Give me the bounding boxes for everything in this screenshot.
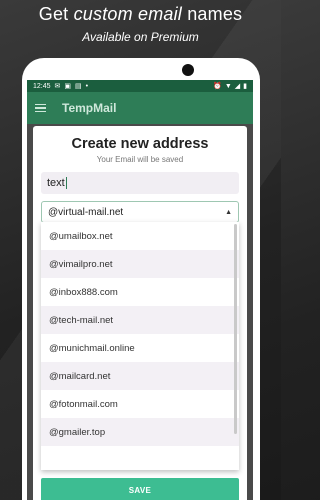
battery-icon: ▮	[243, 82, 247, 90]
status-time: 12:45	[33, 82, 51, 90]
dot-icon: •	[85, 82, 89, 90]
domain-option[interactable]: @inbox888.com	[41, 278, 239, 306]
promo-subline: Available on Premium	[82, 30, 199, 44]
domain-selected-value: @virtual-mail.net	[48, 206, 124, 218]
domain-option[interactable]: @munichmail.online	[41, 334, 239, 362]
domain-option[interactable]: @mailcard.net	[41, 362, 239, 390]
hamburger-menu-icon[interactable]	[35, 103, 46, 113]
domain-option[interactable]: @tech-mail.net	[41, 306, 239, 334]
status-bar: 12:45 ✉ ▣ ▤ • ⏰ ▼ ◢ ▮	[27, 80, 253, 92]
email-name-value: text	[47, 177, 65, 189]
front-camera	[182, 64, 194, 76]
domain-select[interactable]: @virtual-mail.net ▲	[41, 201, 239, 223]
status-right-icons: ⏰ ▼ ◢ ▮	[213, 83, 247, 90]
app-bar: TempMail	[27, 92, 253, 124]
domain-option[interactable]: @vimailpro.net	[41, 250, 239, 278]
email-name-field[interactable]: text	[41, 172, 239, 194]
save-button[interactable]: SAVE	[41, 478, 239, 500]
domain-option[interactable]: @fotonmail.com	[41, 390, 239, 418]
promo-headline-emphasis: custom email	[73, 4, 183, 24]
text-caret	[65, 177, 67, 189]
create-address-dialog: Create new address Your Email will be sa…	[33, 126, 247, 500]
dropdown-arrow-icon: ▲	[225, 208, 232, 216]
phone-screen: 12:45 ✉ ▣ ▤ • ⏰ ▼ ◢ ▮ TempMail Create ne…	[27, 80, 253, 500]
email-icon: ✉	[54, 82, 61, 90]
dialog-subtitle: Your Email will be saved	[96, 155, 184, 164]
domain-options-list: @umailbox.net @vimailpro.net @inbox888.c…	[41, 222, 239, 470]
app-title: TempMail	[62, 101, 117, 115]
signal-icon: ◢	[234, 82, 241, 90]
promo-headline: Get custom email names	[38, 4, 243, 24]
options-scrollbar[interactable]	[234, 224, 237, 434]
wifi-icon: ▼	[224, 82, 232, 90]
domain-option[interactable]: @gmailer.top	[41, 418, 239, 446]
alarm-icon: ⏰	[213, 82, 222, 90]
dialog-title: Create new address	[71, 136, 209, 152]
image-icon: ▤	[75, 82, 82, 90]
domain-option[interactable]: @umailbox.net	[41, 222, 239, 250]
app-icon: ▣	[64, 82, 72, 90]
